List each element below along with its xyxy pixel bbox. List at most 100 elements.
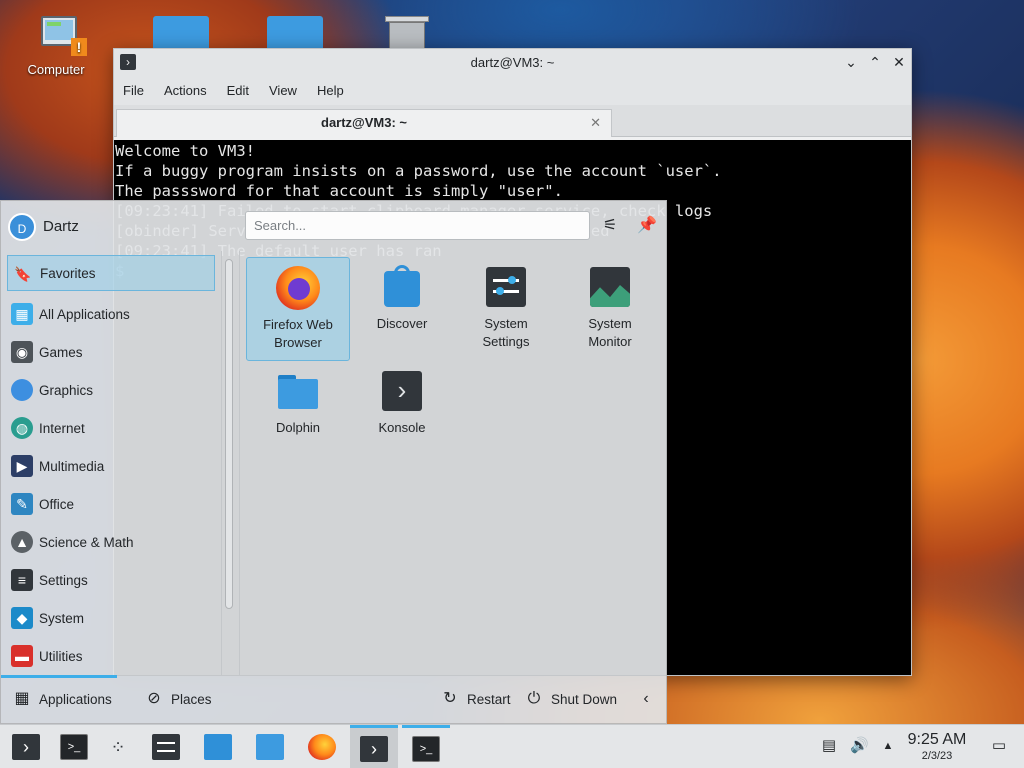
category-label: Utilities [39, 648, 83, 664]
user-name: Dartz [43, 218, 79, 235]
clock-time: 9:25 AM [907, 731, 967, 748]
discover-icon [380, 265, 424, 309]
app-system-settings[interactable]: System Settings [454, 257, 558, 361]
taskbar-activities[interactable]: ⁘ [98, 729, 138, 765]
menu-edit[interactable]: Edit [220, 83, 256, 98]
app-konsole[interactable]: › Konsole [350, 361, 454, 465]
app-label: Konsole [378, 420, 426, 435]
app-firefox[interactable]: Firefox Web Browser [246, 257, 350, 361]
category-graphics[interactable]: Graphics [1, 371, 223, 409]
desktop-computer-icon[interactable]: ! Computer [16, 14, 96, 77]
tab-places[interactable]: ⊘ Places [145, 690, 212, 708]
app-label: Settings [482, 334, 530, 349]
app-label: System [484, 316, 528, 331]
terminal-tab[interactable]: dartz@VM3: ~ ✕ [116, 109, 612, 137]
search-input[interactable] [245, 211, 590, 240]
volume-icon[interactable]: 🔊 [850, 737, 869, 755]
taskbar-discover[interactable] [198, 729, 238, 765]
terminal-line: Welcome to VM3! [115, 142, 255, 160]
taskbar-firefox[interactable] [302, 729, 342, 765]
clipboard-icon[interactable]: ▤ [820, 737, 838, 755]
category-all-applications[interactable]: ▦ All Applications [1, 295, 223, 333]
application-launcher: D Dartz ⚟ 📌 🔖 Favorites ▦ All Applicatio… [0, 200, 667, 724]
window-title: dartz@VM3: ~ [470, 55, 555, 70]
category-office[interactable]: ✎ Office [1, 485, 223, 523]
graphics-icon [11, 379, 33, 401]
show-desktop-icon[interactable]: ▭ [990, 737, 1008, 755]
folder-icon [256, 734, 284, 760]
tab-close-icon[interactable]: ✕ [590, 110, 601, 136]
launcher-header: D Dartz ⚟ 📌 [1, 201, 666, 251]
taskbar-task-launcher[interactable]: › [350, 725, 398, 768]
system-settings-icon [484, 265, 528, 309]
avatar[interactable]: D [8, 213, 36, 241]
globe-icon: ◍ [11, 417, 33, 439]
category-internet[interactable]: ◍ Internet [1, 409, 223, 447]
menu-view[interactable]: View [262, 83, 304, 98]
digital-clock[interactable]: 9:25 AM 2/3/23 [898, 731, 976, 762]
restart-button[interactable]: ↻ Restart [441, 690, 510, 708]
category-label: Multimedia [39, 458, 105, 474]
grid-icon: ▦ [11, 303, 33, 325]
app-discover[interactable]: Discover [350, 257, 454, 361]
category-favorites[interactable]: 🔖 Favorites [7, 255, 215, 291]
leave-menu-button[interactable]: ‹ [637, 690, 663, 708]
menu-file[interactable]: File [116, 83, 151, 98]
tab-applications[interactable]: ▦ Applications [13, 690, 112, 708]
app-dolphin[interactable]: Dolphin [246, 361, 350, 465]
category-system[interactable]: ◆ System [1, 599, 223, 637]
gamepad-icon: ◉ [11, 341, 33, 363]
tab-bar: dartz@VM3: ~ ✕ [114, 105, 911, 137]
launcher-button[interactable]: › [6, 729, 46, 765]
category-label: All Applications [39, 306, 130, 322]
app-label: Discover [376, 316, 428, 331]
konsole-icon: › [380, 369, 424, 413]
taskbar-dolphin[interactable] [250, 729, 290, 765]
restart-icon: ↻ [443, 690, 457, 707]
system-settings-icon [152, 734, 180, 760]
activities-icon: ⁘ [110, 737, 126, 757]
minimize-icon[interactable]: ⌄ [842, 53, 860, 71]
category-label: Games [39, 344, 83, 360]
compass-icon: ⊘ [147, 690, 161, 707]
category-settings[interactable]: ≡ Settings [1, 561, 223, 599]
pin-icon[interactable]: 📌 [636, 215, 658, 237]
taskbar-terminal-launcher[interactable]: >_ [54, 729, 94, 765]
category-label: Office [39, 496, 75, 512]
maximize-icon[interactable]: ⌃ [866, 53, 884, 71]
close-icon[interactable]: ✕ [890, 53, 908, 71]
clock-date: 2/3/23 [921, 750, 953, 762]
desktop-computer-label: Computer [27, 62, 85, 77]
firefox-icon [276, 266, 320, 310]
folder-icon [276, 369, 320, 413]
app-label: Browser [274, 335, 322, 350]
category-label: Graphics [39, 382, 94, 398]
terminal-line: The passsword for that account is simply… [115, 182, 563, 200]
taskbar-system-settings[interactable] [146, 729, 186, 765]
tray-expand-icon[interactable]: ▲ [879, 737, 897, 755]
konsole-icon: › [12, 734, 40, 760]
shutdown-button[interactable]: ⏻ Shut Down [525, 690, 617, 708]
configure-icon[interactable]: ⚟ [599, 215, 621, 237]
category-utilities[interactable]: ▬ Utilities [1, 637, 223, 675]
tab-applications-label: Applications [39, 691, 112, 707]
terminal-icon: >_ [412, 735, 440, 762]
taskbar-task-konsole[interactable]: >_ [402, 725, 450, 768]
tab-places-label: Places [171, 691, 212, 707]
window-titlebar[interactable]: › dartz@VM3: ~ ⌄ ⌃ ✕ [114, 49, 911, 75]
bookmark-icon: 🔖 [14, 266, 32, 282]
category-scrollbar[interactable] [225, 259, 233, 609]
menu-help[interactable]: Help [310, 83, 351, 98]
category-games[interactable]: ◉ Games [1, 333, 223, 371]
divider [239, 251, 240, 675]
category-science-math[interactable]: ▲ Science & Math [1, 523, 223, 561]
menu-actions[interactable]: Actions [157, 83, 214, 98]
menu-bar: File Actions Edit View Help [114, 75, 911, 105]
chevron-left-icon: ‹ [643, 690, 649, 707]
office-icon: ✎ [11, 493, 33, 515]
category-label: Settings [39, 572, 88, 588]
firefox-icon [308, 734, 336, 760]
category-label: Favorites [40, 265, 96, 281]
app-system-monitor[interactable]: System Monitor [558, 257, 662, 361]
category-multimedia[interactable]: ▶ Multimedia [1, 447, 223, 485]
